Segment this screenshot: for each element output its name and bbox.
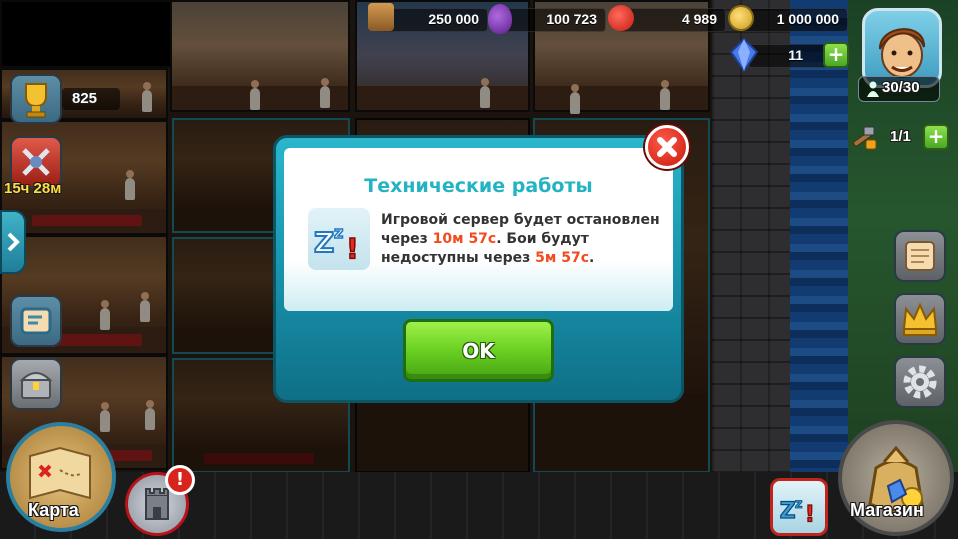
population-icon bbox=[867, 81, 879, 97]
gem-icon bbox=[729, 37, 759, 73]
battle-timer: 15ч 28м bbox=[4, 180, 62, 197]
trophy-button[interactable] bbox=[10, 74, 62, 124]
crown-icon bbox=[902, 302, 938, 336]
quests-button[interactable] bbox=[894, 230, 946, 282]
potion-value: 100 723 bbox=[546, 11, 597, 27]
svg-text:!: ! bbox=[346, 232, 359, 265]
gear-icon bbox=[903, 365, 937, 399]
wood-icon bbox=[368, 3, 394, 31]
scroll-map-icon bbox=[20, 307, 52, 335]
sleep-zzz-icon: Z z ! bbox=[779, 496, 815, 527]
expand-panel-button[interactable] bbox=[0, 210, 26, 274]
shop-label: Магазин bbox=[850, 500, 924, 520]
chest-icon bbox=[19, 372, 53, 399]
food-value: 4 989 bbox=[681, 11, 717, 27]
trophy-icon bbox=[25, 83, 47, 118]
swords-icon bbox=[22, 148, 50, 176]
population-value: 30/30 bbox=[882, 79, 920, 96]
gold-value: 1 000 000 bbox=[776, 11, 839, 27]
chevron-right-icon bbox=[7, 232, 20, 252]
quest-map-button[interactable] bbox=[10, 295, 62, 347]
gold-coin-icon bbox=[728, 5, 754, 31]
potion-icon bbox=[488, 4, 512, 34]
builders-value: 1/1 bbox=[890, 128, 911, 145]
chest-button[interactable] bbox=[10, 358, 62, 410]
svg-text:z: z bbox=[334, 223, 343, 242]
trophy-count: 825 bbox=[72, 90, 98, 107]
hammer-icon bbox=[848, 124, 878, 152]
svg-text:z: z bbox=[795, 497, 803, 512]
apple-icon bbox=[608, 5, 634, 31]
close-dialog-button[interactable] bbox=[645, 125, 689, 169]
gems-resource-bar[interactable]: 11 bbox=[748, 44, 830, 68]
svg-text:!: ! bbox=[805, 502, 815, 527]
ok-button[interactable]: OK bbox=[403, 319, 554, 382]
add-gems-button[interactable]: + bbox=[823, 42, 849, 68]
throne-button[interactable] bbox=[894, 293, 946, 345]
dialog-message: Игровой сервер будет остановлен через 10… bbox=[381, 211, 666, 268]
server-shutdown-timer: 10м 57с bbox=[432, 231, 497, 247]
map-label: Карта bbox=[28, 500, 79, 520]
add-builder-button[interactable]: + bbox=[923, 124, 949, 150]
wood-value: 250 000 bbox=[428, 11, 479, 27]
battles-shutdown-timer: 5м 57с bbox=[535, 250, 589, 266]
potion-resource-bar[interactable]: 100 723 bbox=[498, 8, 606, 32]
svg-text:Z: Z bbox=[780, 499, 796, 524]
dialog-content-panel: Технические работы Z z ! Игровой сервер … bbox=[284, 148, 673, 311]
scroll-icon bbox=[905, 241, 935, 271]
svg-text:Z: Z bbox=[314, 226, 334, 259]
wood-resource-bar[interactable]: 250 000 bbox=[380, 8, 488, 32]
message-text-part3: . bbox=[589, 250, 595, 266]
trophy-count-panel: 825 bbox=[62, 88, 120, 110]
gems-value: 11 bbox=[788, 47, 803, 63]
maintenance-notice-button[interactable]: Z z ! bbox=[770, 478, 828, 536]
sleep-zzz-icon: Z z ! bbox=[308, 208, 370, 270]
castle-alert-badge: ! bbox=[165, 465, 195, 495]
settings-button[interactable] bbox=[894, 356, 946, 408]
food-resource-bar[interactable]: 4 989 bbox=[618, 8, 726, 32]
ok-button-label: OK bbox=[462, 339, 495, 363]
population-panel[interactable]: 30/30 bbox=[858, 76, 940, 102]
gold-resource-bar[interactable]: 1 000 000 bbox=[738, 8, 848, 32]
close-icon bbox=[657, 137, 677, 157]
dialog-title: Технические работы bbox=[364, 175, 593, 197]
